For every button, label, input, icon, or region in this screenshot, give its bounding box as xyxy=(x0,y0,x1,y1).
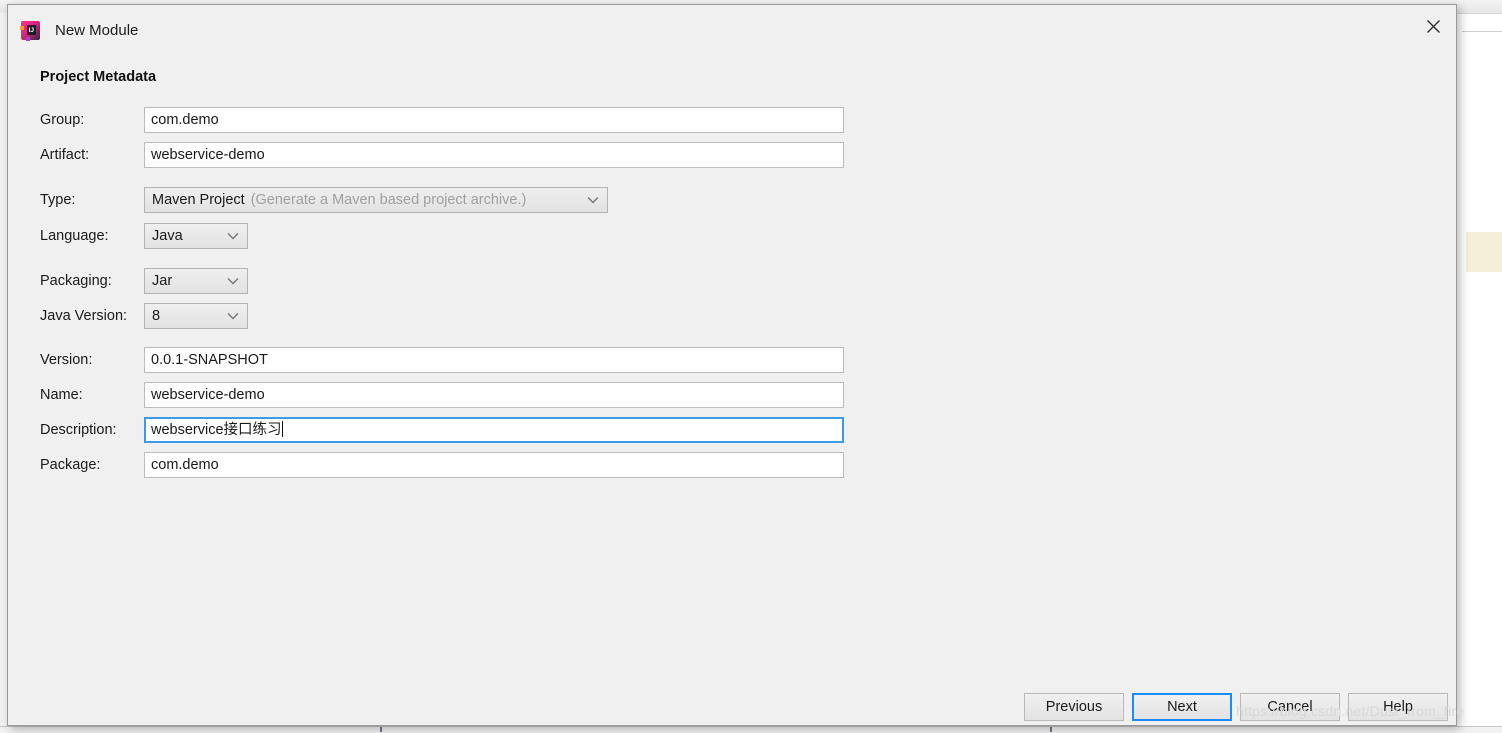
label-package: Package: xyxy=(40,457,101,473)
language-dropdown[interactable]: Java xyxy=(144,223,248,249)
version-input[interactable]: 0.0.1-SNAPSHOT xyxy=(144,347,844,373)
new-module-dialog: IJ New Module Project Metadata Group: co… xyxy=(7,4,1457,726)
type-hint: (Generate a Maven based project archive.… xyxy=(250,192,527,208)
dialog-button-bar: Previous Next Cancel Help xyxy=(8,693,1456,727)
packaging-value: Jar xyxy=(152,273,173,289)
description-value: webservice接口练习 xyxy=(151,422,282,438)
ide-status-bar xyxy=(0,726,1502,733)
screen: IJ New Module Project Metadata Group: co… xyxy=(0,0,1502,733)
label-language: Language: xyxy=(40,228,109,244)
description-input[interactable]: webservice接口练习 xyxy=(144,417,844,443)
next-button[interactable]: Next xyxy=(1132,693,1232,721)
label-version: Version: xyxy=(40,352,93,368)
chevron-down-icon xyxy=(227,304,239,328)
group-input[interactable]: com.demo xyxy=(144,107,844,133)
java-version-dropdown[interactable]: 8 xyxy=(144,303,248,329)
text-caret xyxy=(281,421,283,437)
chevron-down-icon xyxy=(227,224,239,248)
type-dropdown[interactable]: Maven Project (Generate a Maven based pro… xyxy=(144,187,608,213)
status-bar-marker xyxy=(1050,727,1052,732)
language-value: Java xyxy=(152,228,183,244)
help-button[interactable]: Help xyxy=(1348,693,1448,721)
label-group: Group: xyxy=(40,112,85,128)
type-value: Maven Project xyxy=(152,192,245,208)
name-input[interactable]: webservice-demo xyxy=(144,382,844,408)
artifact-input[interactable]: webservice-demo xyxy=(144,142,844,168)
java-version-value: 8 xyxy=(152,308,161,324)
editor-highlight-line xyxy=(1466,232,1502,272)
ide-editor-area xyxy=(1462,31,1502,733)
label-java-version: Java Version: xyxy=(40,308,128,324)
package-input[interactable]: com.demo xyxy=(144,452,844,478)
chevron-down-icon xyxy=(227,269,239,293)
label-type: Type: xyxy=(40,192,76,208)
previous-button[interactable]: Previous xyxy=(1024,693,1124,721)
label-name: Name: xyxy=(40,387,83,403)
packaging-dropdown[interactable]: Jar xyxy=(144,268,248,294)
label-description: Description: xyxy=(40,422,117,438)
chevron-down-icon xyxy=(587,188,599,212)
label-artifact: Artifact: xyxy=(40,147,90,163)
label-packaging: Packaging: xyxy=(40,273,112,289)
cancel-button[interactable]: Cancel xyxy=(1240,693,1340,721)
status-bar-marker xyxy=(380,727,382,732)
project-metadata-form: Group: com.demo Artifact: webservice-dem… xyxy=(8,5,1456,725)
